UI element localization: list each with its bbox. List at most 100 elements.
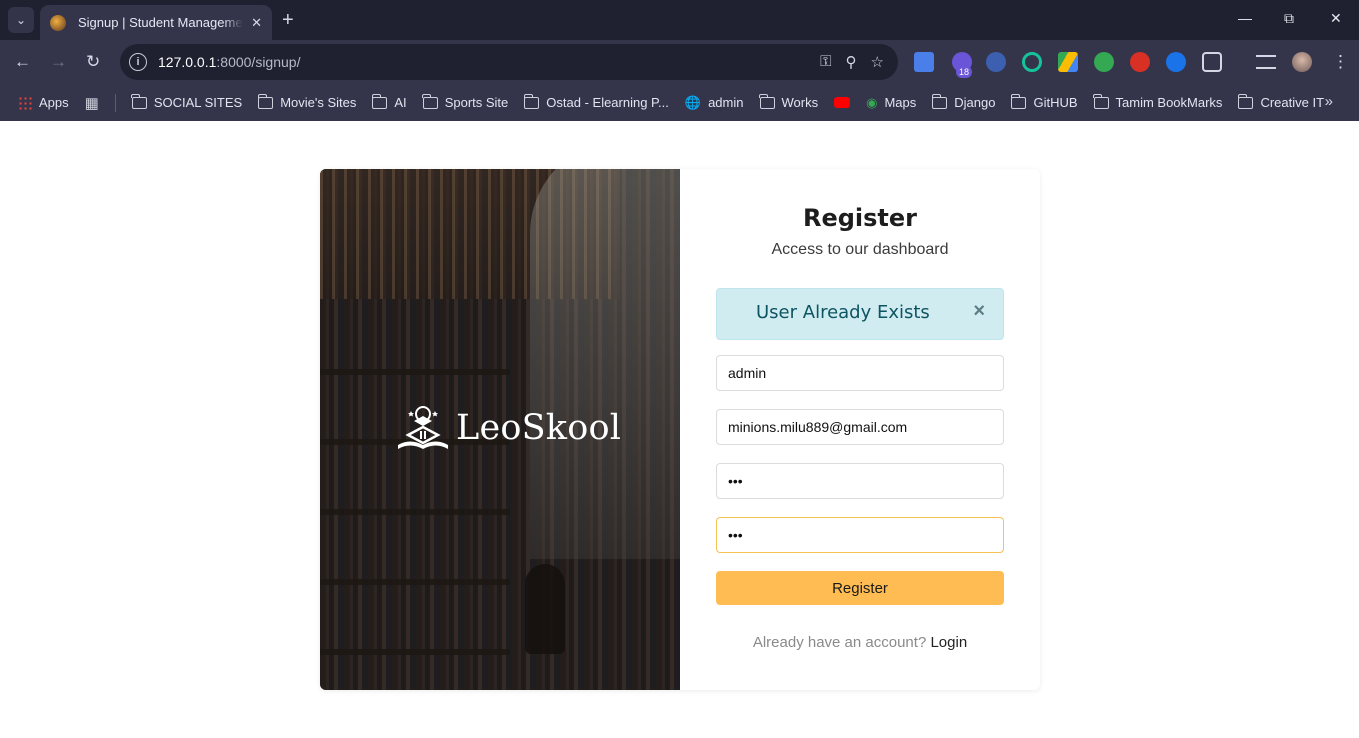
bookmark-youtube[interactable] (834, 97, 851, 108)
bookmark-label: Sports Site (444, 95, 509, 110)
folder-icon (931, 93, 948, 109)
tab-strip: ⌄ Signup | Student Management System ✕ +… (0, 0, 1359, 40)
minimize-icon[interactable]: — (1238, 10, 1252, 26)
alert-message: User Already Exists (756, 302, 930, 323)
extension-icon[interactable] (1130, 52, 1150, 72)
translate-extension-icon[interactable] (914, 52, 934, 72)
bookmark-label: Maps (884, 95, 917, 110)
browser-toolbar: ← → ↻ i 127.0.0.1:8000/signup/ ⚿ ⚲ ☆ 18 … (0, 40, 1359, 84)
email-field[interactable] (716, 409, 1004, 445)
login-link[interactable]: Login (930, 634, 967, 651)
bookmark-label: Works (781, 95, 819, 110)
close-window-icon[interactable]: ✕ (1330, 10, 1342, 27)
site-info-icon[interactable]: i (129, 53, 147, 71)
address-bar[interactable]: i 127.0.0.1:8000/signup/ ⚿ ⚲ ☆ (120, 44, 898, 80)
extension-icon[interactable] (1166, 52, 1186, 72)
bookmark-folder[interactable]: AI (371, 93, 407, 110)
bookmark-label: Tamim BookMarks (1115, 95, 1223, 110)
page-subtitle: Access to our dashboard (771, 241, 949, 258)
bookmark-folder[interactable]: GitHUB (1010, 93, 1078, 110)
extension-badge: 18 (956, 66, 973, 78)
browser-tab[interactable]: Signup | Student Management System ✕ (40, 5, 272, 40)
library-window-image (530, 169, 680, 559)
shelf-divider (320, 509, 510, 515)
password-key-icon[interactable]: ⚿ (820, 53, 831, 71)
folder-icon (371, 93, 388, 109)
bookmarks-bar: Apps ▦ SOCIAL SITES Movie's Sites AI Spo… (0, 84, 1359, 121)
shelf-divider (320, 369, 510, 375)
brand-logo: LeoSkool (394, 405, 621, 451)
back-icon[interactable]: ← (14, 52, 31, 72)
library-image-panel: LeoSkool (320, 169, 680, 690)
bookmark-label: Django (954, 95, 996, 110)
school-logo-icon (398, 406, 448, 449)
drive-icon[interactable] (1058, 52, 1078, 72)
bookmark-label: AI (394, 95, 407, 110)
signup-page: LeoSkool Register Access to our dashboar… (0, 121, 1359, 738)
login-prompt: Already have an account? Login (680, 634, 1040, 651)
browser-chrome: ⌄ Signup | Student Management System ✕ +… (0, 0, 1359, 121)
url-path: :8000/signup/ (216, 54, 301, 70)
folder-icon (1010, 93, 1027, 109)
url-text[interactable]: 127.0.0.1:8000/signup/ (158, 54, 300, 70)
folder-icon (1237, 93, 1254, 109)
url-host: 127.0.0.1 (158, 54, 217, 70)
bookmark-label: Movie's Sites (280, 95, 357, 110)
puzzle-icon[interactable] (1202, 52, 1222, 72)
bookmark-label: Creative IT (1260, 95, 1325, 110)
tab-search-icon[interactable]: ⌄ (8, 7, 34, 33)
extension-icon[interactable] (986, 52, 1006, 72)
bookmark-folder[interactable]: Tamim BookMarks (1093, 93, 1223, 110)
reload-icon[interactable]: ↻ (86, 52, 100, 72)
bookmark-grid[interactable]: ▦ (85, 94, 99, 112)
folder-icon (257, 93, 274, 109)
folder-icon (131, 93, 147, 109)
bookmark-folder[interactable]: Ostad - Elearning P... (523, 93, 669, 110)
register-form-panel: Register Access to our dashboard User Al… (680, 169, 1040, 690)
extension-icon[interactable] (1094, 52, 1114, 72)
vase-image (525, 564, 565, 654)
bookmark-folder[interactable]: Creative IT (1237, 93, 1325, 110)
bookmark-label: SOCIAL SITES (153, 95, 243, 110)
confirm-password-field[interactable] (716, 517, 1004, 553)
youtube-icon (834, 97, 851, 108)
signup-card: LeoSkool Register Access to our dashboar… (320, 169, 1040, 690)
forward-icon[interactable]: → (50, 52, 67, 72)
close-icon[interactable]: × (973, 301, 985, 321)
bookmark-folder[interactable]: Sports Site (422, 93, 509, 110)
password-field[interactable] (716, 463, 1004, 499)
shelf-divider (320, 649, 510, 655)
maps-icon: ◉ (866, 94, 878, 110)
bookmark-label: admin (708, 95, 744, 110)
zoom-icon[interactable]: ⚲ (846, 53, 857, 71)
bookmark-folder[interactable]: Django (931, 93, 996, 110)
page-title: Register (802, 204, 918, 232)
register-button[interactable]: Register (716, 571, 1004, 605)
bookmark-label: GitHUB (1033, 95, 1078, 110)
globe-icon: 🌐 (684, 94, 702, 110)
bookmark-folder[interactable]: Works (759, 93, 819, 110)
more-bookmarks-icon[interactable]: » (1325, 93, 1333, 110)
menu-icon[interactable]: ⋮ (1332, 52, 1349, 72)
bookmark-link[interactable]: 🌐 admin (685, 95, 744, 111)
folder-icon (523, 93, 540, 109)
bookmark-maps[interactable]: ◉ Maps (866, 95, 916, 111)
bookmark-apps[interactable]: Apps (18, 95, 69, 110)
bookmark-folder[interactable]: Movie's Sites (257, 93, 357, 110)
grid-icon: ▦ (84, 94, 99, 112)
folder-icon (422, 93, 438, 109)
avatar[interactable] (1292, 52, 1312, 72)
apps-icon (18, 95, 32, 110)
tab-favicon-icon (50, 14, 66, 31)
error-alert: User Already Exists × (716, 288, 1004, 340)
grammarly-icon[interactable] (1022, 52, 1042, 72)
folder-icon (759, 93, 775, 109)
restore-icon[interactable]: ⧉ (1284, 10, 1294, 27)
bookmark-star-icon[interactable]: ☆ (871, 53, 884, 71)
media-icon[interactable] (1256, 55, 1276, 69)
bookmark-folder[interactable]: SOCIAL SITES (131, 93, 243, 110)
username-field[interactable] (716, 355, 1004, 391)
bookmark-label: Ostad - Elearning P... (546, 95, 669, 110)
new-tab-icon[interactable]: + (282, 9, 294, 31)
tab-close-icon[interactable]: ✕ (251, 15, 262, 31)
